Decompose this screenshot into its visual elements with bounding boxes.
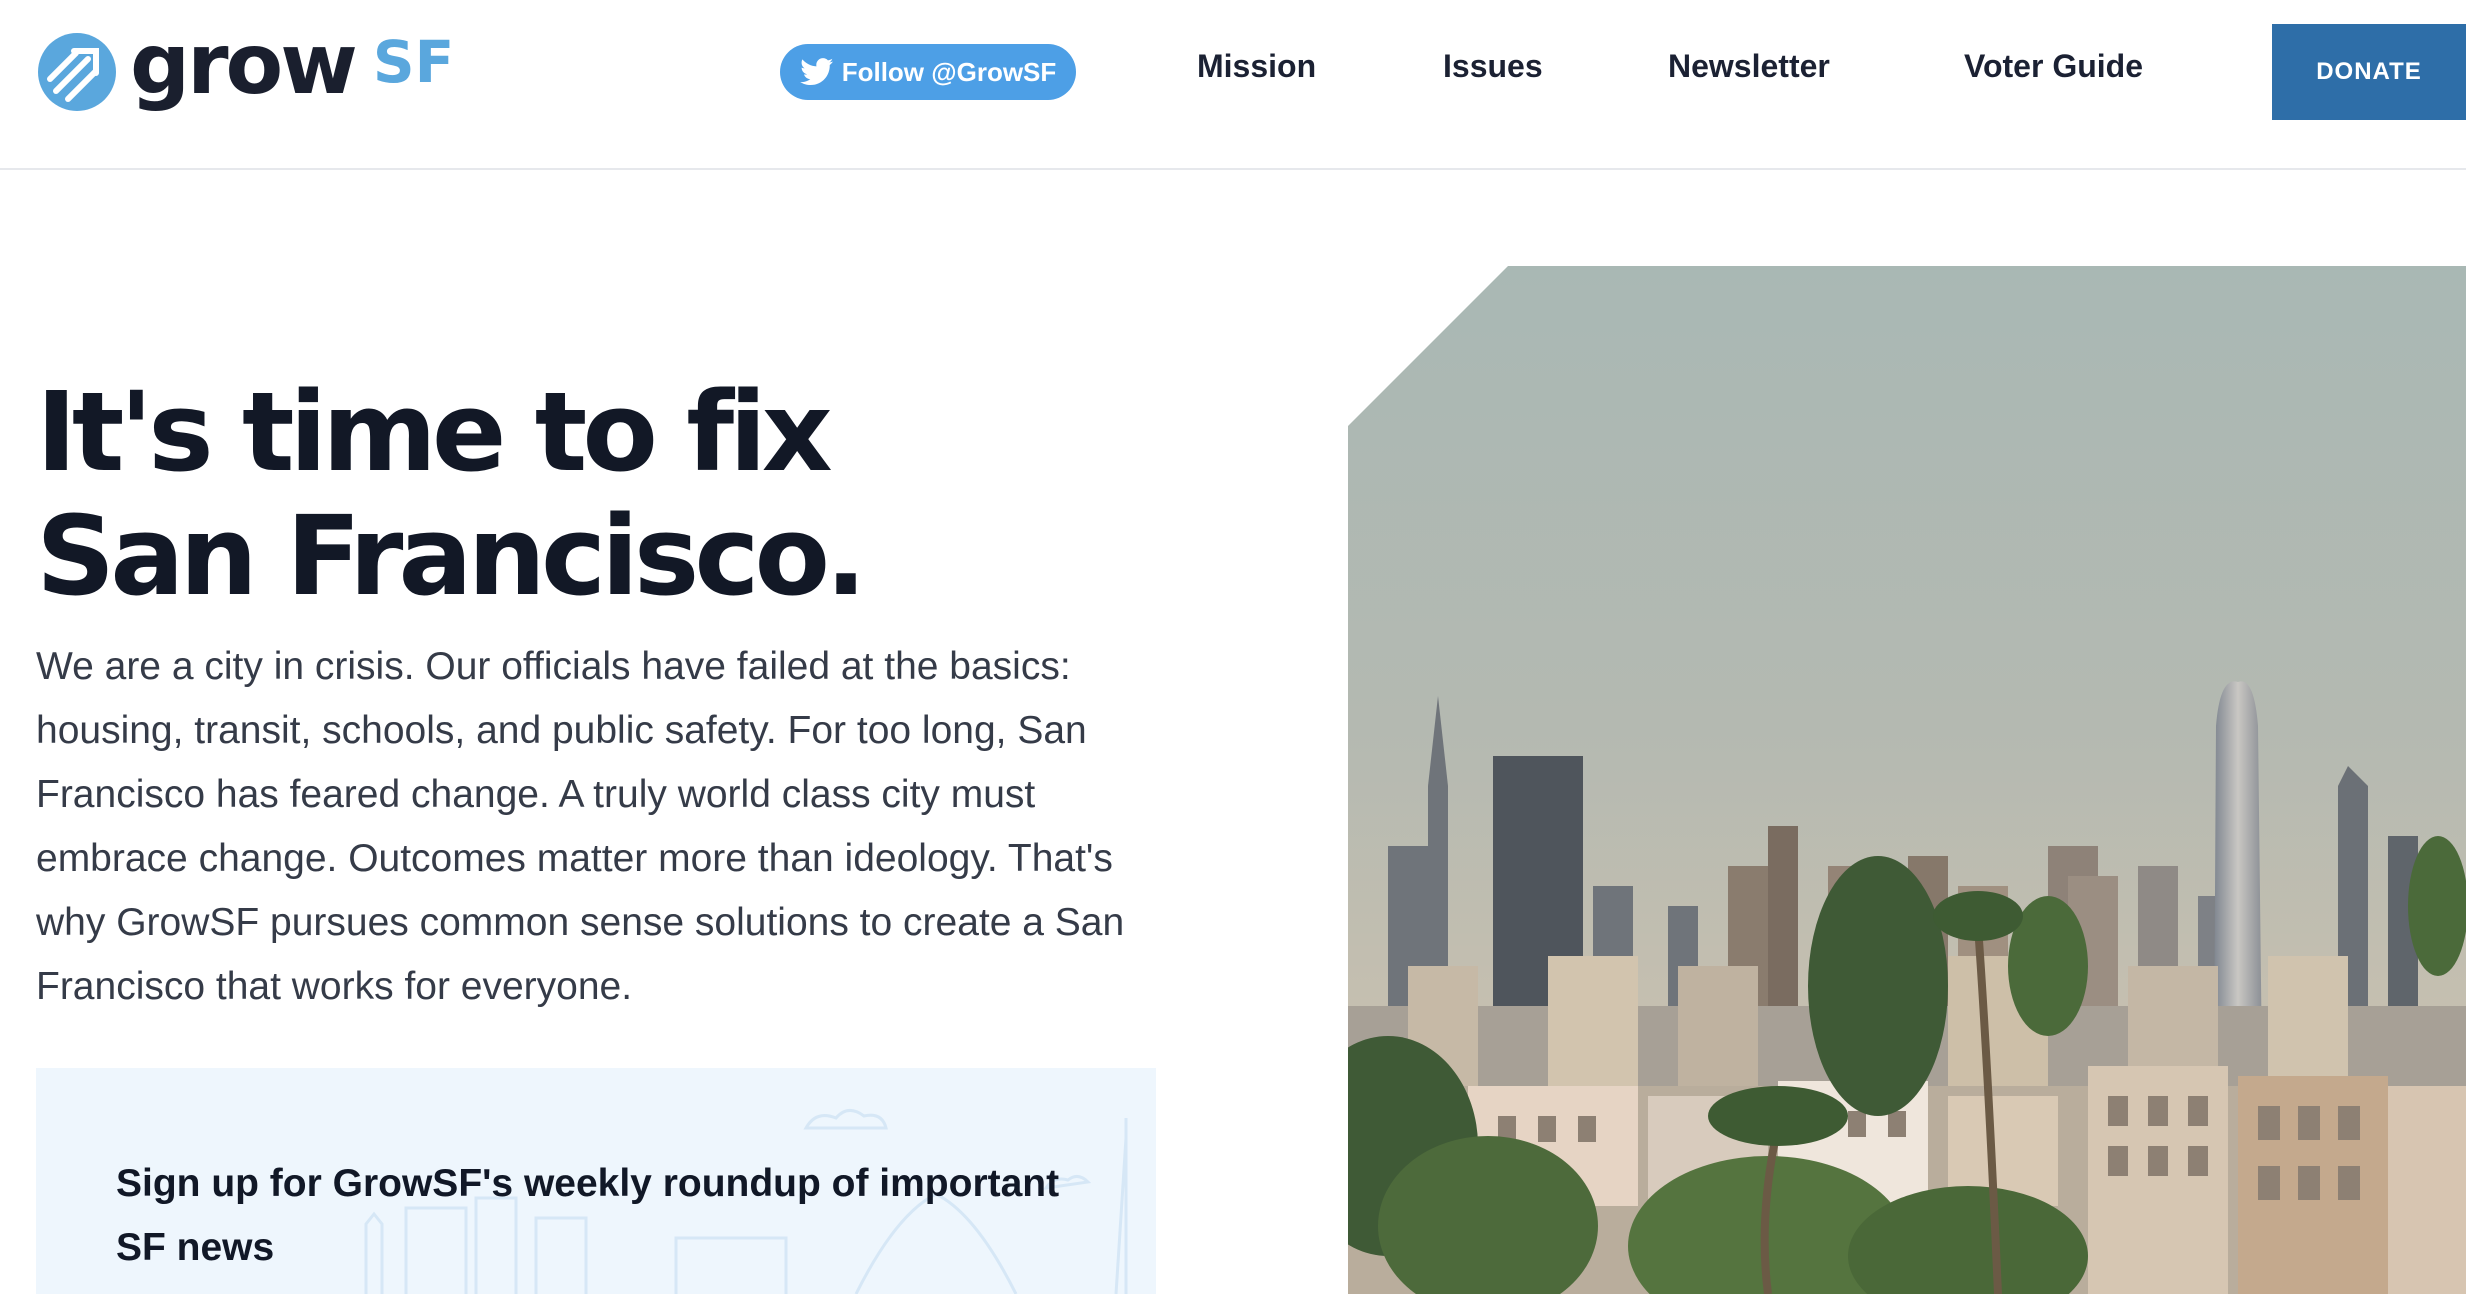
nav-issues[interactable]: Issues: [1443, 48, 1543, 85]
follow-twitter-label: Follow @GrowSF: [841, 56, 1057, 87]
logo-suffix: SF: [372, 28, 455, 96]
hero-headline: It's time to fix San Francisco.: [36, 370, 1036, 618]
logo-wordmark: grow: [130, 15, 358, 113]
hero-headline-line-2: San Francisco.: [36, 492, 867, 620]
site-header: grow SF Follow @GrowSF Mission Issues Ne…: [0, 0, 2466, 170]
nav-voter-guide[interactable]: Voter Guide: [1964, 48, 2143, 85]
donate-button[interactable]: DONATE: [2272, 24, 2466, 120]
san-francisco-skyline-photo: [1348, 266, 2466, 1294]
hero-headline-line-1: It's time to fix: [36, 368, 833, 496]
nav-mission[interactable]: Mission: [1197, 48, 1316, 85]
skyline-photo-illustration: [1348, 266, 2466, 1294]
twitter-bird-icon: [799, 58, 833, 86]
follow-twitter-button[interactable]: Follow @GrowSF: [780, 44, 1076, 100]
arrows-circle-icon: [38, 33, 116, 111]
nav-newsletter[interactable]: Newsletter: [1668, 48, 1830, 85]
signup-title: Sign up for GrowSF's weekly roundup of i…: [116, 1162, 1060, 1269]
hero-intro-paragraph: We are a city in crisis. Our officials h…: [36, 645, 1125, 1008]
growsf-logo[interactable]: grow SF: [36, 22, 455, 114]
newsletter-signup-card: Sign up for GrowSF's weekly roundup of i…: [36, 1068, 1156, 1294]
